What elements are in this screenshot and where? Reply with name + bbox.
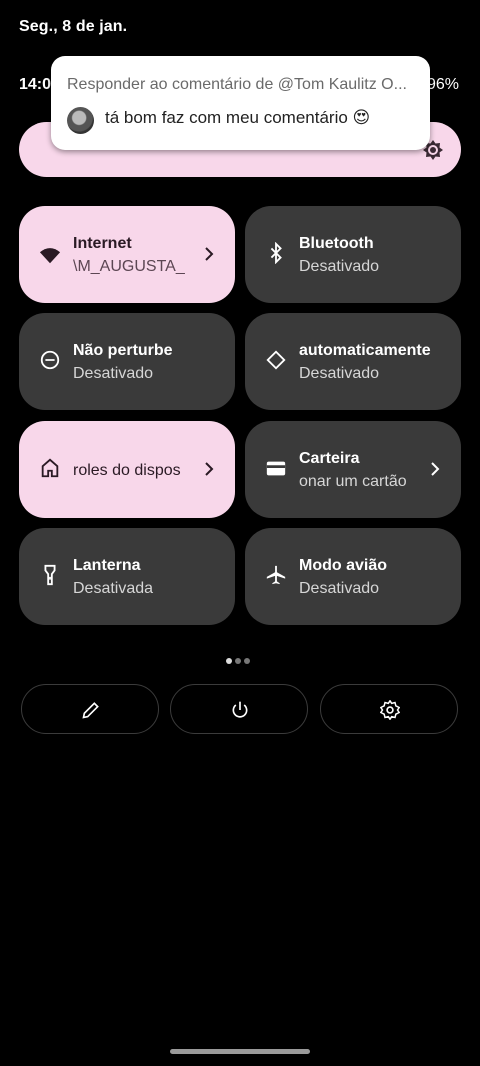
page-dot (244, 658, 250, 664)
airplane-icon (266, 565, 286, 585)
page-indicator (226, 651, 253, 669)
flashlight-icon (44, 564, 56, 586)
settings-icon (380, 700, 400, 720)
edit-icon (82, 702, 99, 719)
chevron-right-icon (205, 462, 214, 476)
page-dot (235, 658, 241, 664)
status-date: Seg., 8 de jan. (19, 18, 128, 35)
tile-do-not-disturb[interactable]: Não perturbe Desativado (19, 313, 235, 410)
tile-bluetooth[interactable]: Bluetooth Desativado (245, 206, 461, 303)
tile-title: roles do dispos (73, 462, 181, 479)
auto-rotate-icon (266, 350, 286, 370)
tile-auto-rotate[interactable]: automaticamente Desativado (245, 313, 461, 410)
home-icon (41, 458, 59, 478)
tile-title: Lanterna (73, 557, 141, 574)
gesture-handle[interactable] (170, 1049, 310, 1054)
tile-subtitle: \M_AUGUSTA_ (73, 258, 185, 275)
chevron-right-icon (205, 247, 214, 261)
settings-button[interactable] (320, 684, 458, 734)
power-button[interactable] (170, 684, 308, 734)
tile-title: Bluetooth (299, 235, 374, 252)
tile-airplane-mode[interactable]: Modo avião Desativado (245, 528, 461, 625)
tile-subtitle: Desativado (299, 258, 380, 275)
edit-button[interactable] (21, 684, 159, 734)
tile-subtitle: Desativado (299, 365, 380, 382)
page-dot (226, 658, 232, 664)
tile-wallet[interactable]: Carteira onar um cartão (245, 421, 461, 518)
tile-subtitle: Desativado (299, 580, 380, 597)
do-not-disturb-icon (40, 350, 60, 370)
chevron-right-icon (431, 462, 440, 476)
notification-title: Responder ao comentário de @Tom Kaulitz … (67, 76, 407, 93)
notification-card[interactable]: Responder ao comentário de @Tom Kaulitz … (51, 56, 430, 150)
tile-title: Internet (73, 235, 132, 252)
tile-device-controls[interactable]: roles do dispos (19, 421, 235, 518)
wallet-icon (266, 461, 286, 476)
battery-percent: 96% (426, 76, 459, 93)
tile-title: automaticamente (299, 342, 431, 359)
tile-subtitle: onar um cartão (299, 473, 407, 490)
tile-title: Carteira (299, 450, 360, 467)
avatar (67, 107, 94, 134)
bluetooth-icon (270, 242, 282, 264)
status-time: 14:0 (19, 76, 52, 93)
wifi-icon (39, 248, 61, 264)
tile-flashlight[interactable]: Lanterna Desativada (19, 528, 235, 625)
tile-internet[interactable]: Internet \M_AUGUSTA_ (19, 206, 235, 303)
tile-subtitle: Desativada (73, 580, 154, 597)
power-icon (232, 701, 248, 718)
tile-title: Não perturbe (73, 342, 173, 359)
tile-title: Modo avião (299, 557, 388, 574)
tile-subtitle: Desativado (73, 365, 154, 382)
notification-body: tá bom faz com meu comentário 😍 (105, 108, 371, 127)
